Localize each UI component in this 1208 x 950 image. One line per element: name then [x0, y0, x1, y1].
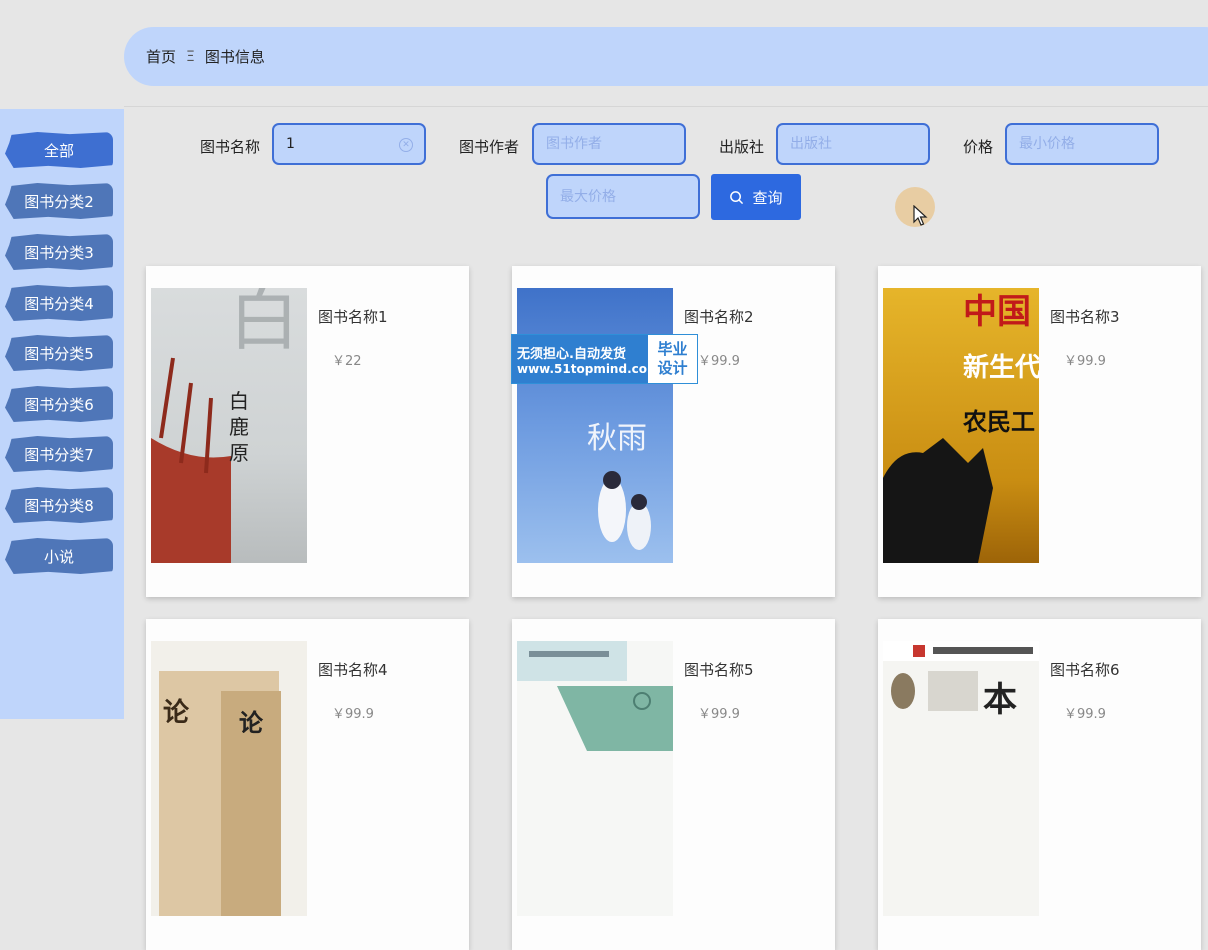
svg-text:论: 论	[163, 698, 190, 728]
category-item[interactable]: 图书分类2	[5, 183, 113, 219]
book-cover-image[interactable]	[517, 641, 673, 916]
mouse-pointer-icon	[913, 205, 928, 226]
book-price: ￥99.9	[332, 707, 374, 722]
book-card[interactable]: 白 白 鹿 原 图书名称1 ￥22	[146, 266, 469, 597]
svg-text:白: 白	[229, 288, 299, 360]
max-price-input[interactable]	[546, 174, 700, 219]
svg-text:秋雨: 秋雨	[587, 421, 647, 456]
book-author-label: 图书作者	[459, 138, 520, 156]
publisher-label: 出版社	[719, 138, 765, 156]
book-price: ￥99.9	[1064, 707, 1106, 722]
book-card[interactable]: 论 论 图书名称4 ￥99.9	[146, 619, 469, 950]
svg-text:新生代: 新生代	[963, 352, 1039, 383]
price-label: 价格	[963, 138, 994, 156]
min-price-input[interactable]	[1005, 123, 1159, 165]
book-author-input[interactable]	[532, 123, 686, 165]
publisher-input[interactable]	[776, 123, 930, 165]
category-item[interactable]: 图书分类6	[5, 386, 113, 422]
book-card[interactable]: 中国 新生代 农民工 图书名称3 ￥99.9	[878, 266, 1201, 597]
svg-text:白: 白	[229, 389, 249, 413]
book-price: ￥99.9	[698, 354, 740, 369]
search-icon	[730, 190, 744, 204]
book-price: ￥99.9	[698, 707, 740, 722]
watermark-line2: www.51topmind.com	[517, 361, 660, 376]
category-item[interactable]: 图书分类3	[5, 234, 113, 270]
book-price: ￥99.9	[1064, 354, 1106, 369]
category-item[interactable]: 图书分类4	[5, 285, 113, 321]
book-cover-image[interactable]: 白 白 鹿 原	[151, 288, 307, 563]
book-title[interactable]: 图书名称4	[318, 659, 388, 680]
category-sidebar: 全部 图书分类2 图书分类3 图书分类4 图书分类5 图书分类6 图书分类7 图…	[0, 109, 124, 719]
query-button[interactable]: 查询	[711, 174, 801, 220]
category-item[interactable]: 图书分类5	[5, 335, 113, 371]
book-title[interactable]: 图书名称1	[318, 306, 388, 327]
svg-text:论: 论	[239, 708, 264, 737]
query-button-label: 查询	[752, 188, 783, 207]
svg-text:本: 本	[983, 680, 1017, 720]
watermark-right-bottom: 设计	[657, 359, 688, 377]
watermark-line1: 无须担心.自动发货	[517, 346, 626, 362]
book-title[interactable]: 图书名称2	[684, 306, 754, 327]
header-divider	[124, 106, 1208, 107]
svg-text:原: 原	[229, 441, 249, 465]
book-cover-image[interactable]: 中国 新生代 农民工	[883, 288, 1039, 563]
breadcrumb-separator-icon: Ξ	[186, 48, 195, 65]
breadcrumb-current: 图书信息	[204, 48, 265, 66]
clear-icon[interactable]: ✕	[399, 138, 413, 152]
book-card[interactable]: 秋雨 图书名称2 ￥99.9	[512, 266, 835, 597]
book-card[interactable]: 图书名称5 ￥99.9	[512, 619, 835, 950]
category-all[interactable]: 全部	[5, 132, 113, 168]
book-title[interactable]: 图书名称5	[684, 659, 754, 680]
watermark-right-top: 毕业	[657, 340, 688, 358]
book-title[interactable]: 图书名称6	[1050, 659, 1120, 680]
svg-text:农民工: 农民工	[962, 408, 1035, 436]
book-cover-image[interactable]: 本	[883, 641, 1039, 916]
book-price: ￥22	[332, 354, 362, 369]
book-title[interactable]: 图书名称3	[1050, 306, 1120, 327]
book-cover-image[interactable]: 秋雨	[517, 288, 673, 563]
category-item[interactable]: 图书分类7	[5, 436, 113, 472]
category-item[interactable]: 图书分类8	[5, 487, 113, 523]
breadcrumb: 首页 Ξ 图书信息	[124, 27, 1208, 86]
svg-text:鹿: 鹿	[229, 415, 249, 439]
watermark-badge: 无须担心.自动发货 www.51topmind.com 毕业 设计	[511, 334, 698, 384]
book-cover-image[interactable]: 论 论	[151, 641, 307, 916]
book-name-label: 图书名称	[200, 138, 261, 156]
breadcrumb-home[interactable]: 首页	[146, 46, 176, 67]
book-card[interactable]: 本 图书名称6 ￥99.9	[878, 619, 1201, 950]
category-item-novel[interactable]: 小说	[5, 538, 113, 574]
svg-text:中国: 中国	[963, 292, 1031, 332]
